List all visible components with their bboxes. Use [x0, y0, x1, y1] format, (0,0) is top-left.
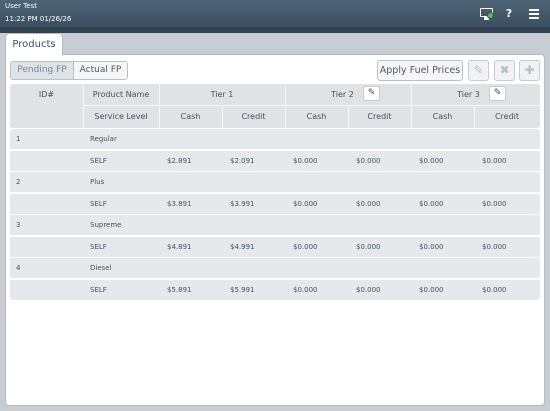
tab-products[interactable]: Products [5, 33, 63, 56]
price-cell: $0.000 [293, 156, 318, 165]
service-level: SELF [90, 285, 107, 294]
table-row[interactable]: SELF $5.891 $5.991 $0.000 $0.000 $0.000 … [10, 279, 540, 300]
tier1-cash-header: Cash [180, 112, 201, 121]
col-product-header: Product Name [92, 90, 150, 99]
price-cell: $4.991 [230, 242, 255, 251]
pencil-icon: ✎ [493, 88, 502, 98]
product-id: 4 [16, 264, 21, 272]
price-cell: $3.891 [167, 199, 192, 208]
price-cell: $0.000 [482, 242, 507, 251]
price-cell: $4.891 [167, 242, 192, 251]
apply-fuel-prices-button[interactable]: Apply Fuel Prices [377, 60, 463, 81]
product-id: 1 [16, 135, 21, 143]
col-service-header: Service Level [94, 112, 148, 121]
close-icon: ✖ [499, 63, 510, 77]
price-cell: $5.991 [230, 285, 255, 294]
pending-fp-button[interactable]: Pending FP [11, 62, 74, 79]
tier3-credit-header: Credit [494, 112, 520, 121]
header-divider [0, 27, 550, 33]
user-name: User Test [5, 2, 37, 10]
tier1-credit-header: Credit [241, 112, 266, 121]
price-cell: $2.891 [167, 156, 192, 165]
price-cell: $0.000 [356, 285, 381, 294]
tier1-header: Tier 1 [210, 90, 234, 99]
tier3-edit-button[interactable]: ✎ [489, 86, 506, 101]
table-header: ID# Product Name Service Level Tier 1 Ti… [10, 84, 540, 128]
monitor-icon[interactable] [479, 7, 494, 20]
product-name: Regular [90, 135, 117, 143]
product-name: Plus [90, 178, 105, 186]
price-cell: $2.091 [230, 156, 255, 165]
tier2-header: Tier 2 [331, 90, 354, 99]
service-level: SELF [90, 199, 107, 208]
table-row[interactable]: 2 Plus [10, 172, 540, 192]
price-cell: $0.000 [419, 242, 444, 251]
product-name: Supreme [90, 221, 122, 229]
menu-icon[interactable] [527, 7, 541, 20]
plus-icon: ✚ [524, 63, 535, 77]
price-cell: $3.991 [230, 199, 255, 208]
add-button[interactable]: ✚ [519, 60, 540, 81]
price-cell: $0.000 [482, 156, 507, 165]
table-row[interactable]: 3 Supreme [10, 215, 540, 235]
price-cell: $0.000 [356, 199, 381, 208]
pencil-icon: ✎ [473, 63, 484, 77]
table-row[interactable]: SELF $4.891 $4.991 $0.000 $0.000 $0.000 … [10, 236, 540, 257]
price-cell: $0.000 [419, 156, 444, 165]
product-id: 2 [16, 178, 21, 186]
delete-button[interactable]: ✖ [494, 60, 515, 81]
service-level: SELF [90, 156, 107, 165]
title-bar: User Test 11:22 PM 01/26/26 ? [0, 0, 550, 27]
price-cell: $0.000 [356, 156, 381, 165]
edit-button[interactable]: ✎ [468, 60, 489, 81]
products-table-body: 1 Regular SELF $2.891 $2.091 $0.000 $0.0… [10, 129, 540, 301]
fp-toggle: Pending FP Actual FP [10, 61, 128, 80]
tier2-cash-header: Cash [306, 112, 327, 121]
price-cell: $0.000 [419, 285, 444, 294]
tier2-edit-button[interactable]: ✎ [363, 86, 380, 101]
tier3-header: Tier 3 [457, 90, 480, 99]
help-icon[interactable]: ? [503, 7, 515, 20]
price-cell: $0.000 [293, 242, 318, 251]
table-row[interactable]: SELF $3.891 $3.991 $0.000 $0.000 $0.000 … [10, 193, 540, 214]
pencil-icon: ✎ [367, 88, 376, 98]
tier2-credit-header: Credit [367, 112, 392, 121]
datetime: 11:22 PM 01/26/26 [5, 15, 72, 23]
table-row[interactable]: 4 Diesel [10, 258, 540, 278]
price-cell: $0.000 [419, 199, 444, 208]
table-row[interactable]: 1 Regular [10, 129, 540, 149]
service-level: SELF [90, 242, 107, 251]
price-cell: $0.000 [293, 285, 318, 294]
col-id-header: ID# [38, 90, 55, 99]
tier3-cash-header: Cash [432, 112, 453, 121]
price-cell: $5.891 [167, 285, 192, 294]
price-cell: $0.000 [356, 242, 381, 251]
price-cell: $0.000 [482, 199, 507, 208]
product-id: 3 [16, 221, 21, 229]
price-cell: $0.000 [482, 285, 507, 294]
product-name: Diesel [90, 264, 112, 272]
price-cell: $0.000 [293, 199, 318, 208]
actual-fp-button[interactable]: Actual FP [74, 62, 127, 79]
table-row[interactable]: SELF $2.891 $2.091 $0.000 $0.000 $0.000 … [10, 150, 540, 171]
